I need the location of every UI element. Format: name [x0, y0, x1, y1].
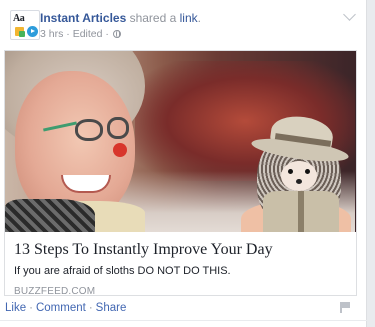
timestamp[interactable]: 3 hrs	[40, 28, 63, 40]
comment-link[interactable]: Comment	[36, 302, 86, 314]
post-header: Aa Instant Articles shared a link. 3 hrs…	[10, 10, 360, 42]
edited-label[interactable]: Edited	[73, 28, 103, 40]
attachment-title[interactable]: 13 Steps To Instantly Improve Your Day	[14, 240, 349, 260]
link-attachment[interactable]: 13 Steps To Instantly Improve Your Day I…	[4, 50, 357, 296]
attachment-description: If you are afraid of sloths DO NOT DO TH…	[14, 265, 231, 277]
attachment-image[interactable]	[5, 51, 356, 232]
shared-text: shared a	[126, 11, 180, 25]
page-avatar[interactable]: Aa	[10, 10, 40, 40]
link-word[interactable]: link	[180, 11, 198, 25]
news-feed-post: Aa Instant Articles shared a link. 3 hrs…	[0, 0, 367, 327]
flag-icon[interactable]	[340, 302, 350, 313]
post-headline: Instant Articles shared a link.	[40, 11, 201, 25]
action-separator: ·	[88, 302, 93, 314]
like-link[interactable]: Like	[5, 302, 26, 314]
post-meta: 3 hrs · Edited ·	[40, 28, 121, 40]
attachment-domain: BUZZFEED.COM	[14, 286, 96, 296]
avatar-square-icon	[19, 31, 25, 37]
period: .	[197, 11, 201, 25]
attachment-text[interactable]: 13 Steps To Instantly Improve Your Day I…	[5, 232, 356, 296]
page-name-link[interactable]: Instant Articles	[40, 11, 126, 25]
share-link[interactable]: Share	[96, 302, 127, 314]
divider	[0, 320, 367, 321]
post-actions: Like · Comment · Share	[5, 302, 126, 314]
avatar-text: Aa	[13, 13, 25, 24]
meta-separator: ·	[63, 28, 73, 40]
globe-icon[interactable]	[112, 30, 121, 38]
meta-separator-2: ·	[102, 28, 112, 40]
play-icon	[27, 26, 38, 37]
action-separator: ·	[29, 302, 33, 314]
